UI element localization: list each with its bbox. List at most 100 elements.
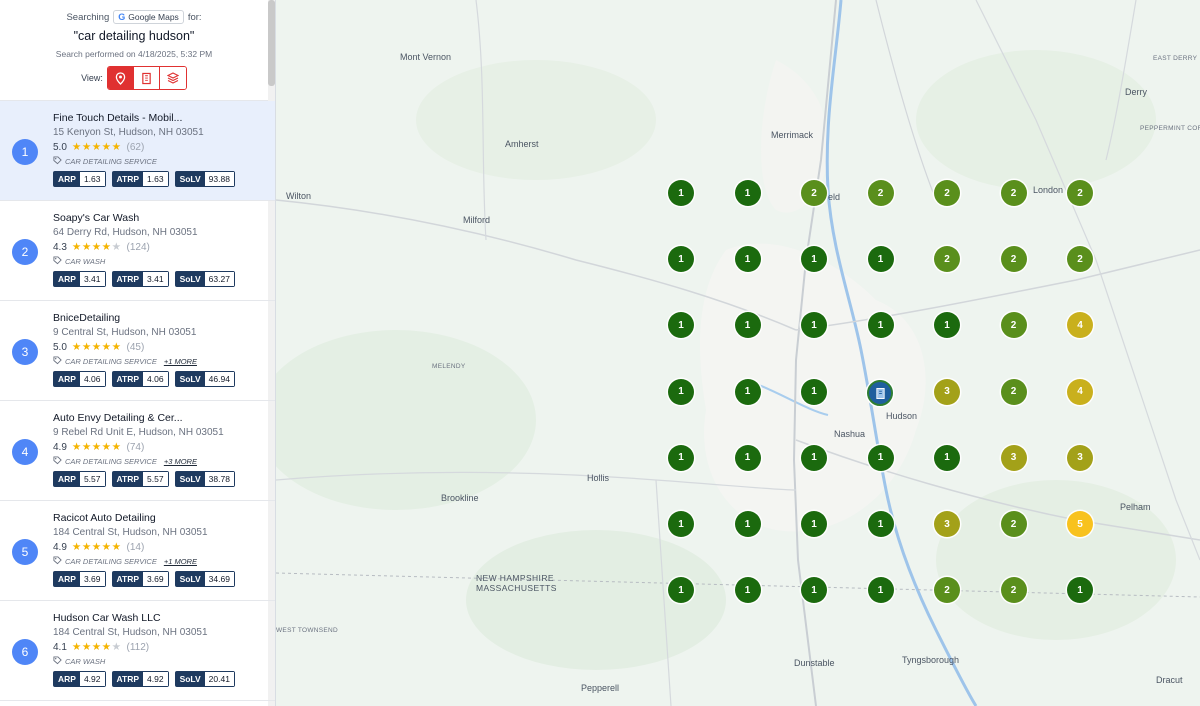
rank-marker[interactable]: 1 <box>734 577 761 604</box>
rank-marker[interactable]: 1 <box>668 577 694 604</box>
view-switcher: View: <box>0 66 268 90</box>
rank-marker[interactable]: 3 <box>934 378 960 405</box>
rank-marker[interactable]: 2 <box>1067 180 1093 206</box>
rank-marker[interactable]: 3 <box>1000 444 1027 471</box>
more-categories-link[interactable]: +1 MORE <box>164 557 197 566</box>
business-name[interactable]: BniceDetailing <box>53 312 265 324</box>
town-label: Hollis <box>587 473 610 483</box>
rank-marker[interactable]: 2 <box>1067 246 1093 273</box>
rank-marker[interactable]: 1 <box>668 378 694 405</box>
business-name[interactable]: Hudson Car Wash LLC <box>53 612 265 624</box>
business-pin-icon[interactable] <box>867 380 893 406</box>
rank-marker[interactable]: 1 <box>801 378 827 405</box>
rank-marker[interactable]: 1 <box>867 312 894 339</box>
rank-marker[interactable]: 1 <box>668 444 694 471</box>
town-label: London <box>1033 185 1064 195</box>
rank-marker[interactable]: 1 <box>734 444 761 471</box>
view-toggle-group <box>106 66 187 90</box>
town-label: Derry <box>1125 87 1147 97</box>
view-layers-button[interactable] <box>159 67 186 89</box>
rank-marker[interactable]: 1 <box>867 246 894 273</box>
rank-marker[interactable]: 1 <box>1067 577 1093 604</box>
rank-marker[interactable]: 1 <box>801 444 827 471</box>
metrics-row: ARP 1.63 ATRP 1.63 SoLV 93.88 <box>53 171 265 187</box>
rank-marker[interactable]: 3 <box>1067 444 1093 471</box>
arp-metric: ARP 3.41 <box>53 271 106 287</box>
rank-marker[interactable]: 5 <box>1067 511 1093 537</box>
atrp-label: ATRP <box>112 472 144 486</box>
rank-marker[interactable]: 2 <box>934 180 960 206</box>
atrp-label: ATRP <box>112 372 144 386</box>
business-name[interactable]: Racicot Auto Detailing <box>53 512 265 524</box>
result-item[interactable]: 2 Soapy's Car Wash 64 Derry Rd, Hudson, NH… <box>0 201 275 301</box>
view-map-button[interactable] <box>107 67 134 89</box>
star-icon: ★ <box>101 241 112 253</box>
rank-marker[interactable]: 1 <box>867 511 894 537</box>
star-rating-icon: ★★★★★ <box>72 441 122 453</box>
star-icon: ★ <box>81 541 92 553</box>
town-label: Amherst <box>505 139 539 149</box>
more-categories-link[interactable]: +1 MORE <box>164 357 197 366</box>
rank-marker[interactable]: 1 <box>801 246 827 273</box>
rank-marker[interactable]: 1 <box>801 577 827 604</box>
rank-badge: 1 <box>12 139 38 165</box>
rating-row: 4.9 ★★★★★ (14) <box>53 541 265 553</box>
rank-marker[interactable]: 2 <box>1000 378 1027 405</box>
rank-marker[interactable]: 2 <box>934 246 960 273</box>
arp-metric: ARP 1.63 <box>53 171 106 187</box>
rank-marker[interactable]: 1 <box>734 246 761 273</box>
rank-marker[interactable]: 2 <box>1000 312 1027 339</box>
business-name[interactable]: Fine Touch Details - Mobil... <box>53 112 265 124</box>
rating-row: 5.0 ★★★★★ (62) <box>53 141 265 153</box>
rank-marker[interactable]: 1 <box>668 511 694 537</box>
atrp-metric: ATRP 3.69 <box>111 571 169 587</box>
rank-grid-map[interactable]: Mont Vernon Amherst Merrimack Wilton Milford… <box>276 0 1200 706</box>
review-count: (74) <box>126 441 145 453</box>
rank-marker[interactable]: 2 <box>867 180 894 206</box>
rank-marker[interactable]: 2 <box>934 577 960 604</box>
star-icon: ★ <box>71 141 82 153</box>
business-name[interactable]: Soapy's Car Wash <box>53 212 265 224</box>
town-label: PEPPERMINT CORNER <box>1140 125 1200 132</box>
rank-marker[interactable]: 2 <box>1000 577 1027 604</box>
rank-marker[interactable]: 1 <box>668 180 694 206</box>
business-name[interactable]: Auto Envy Detailing & Cer... <box>53 412 265 424</box>
rank-marker[interactable]: 1 <box>734 378 761 405</box>
tag-icon <box>53 156 62 167</box>
scrollbar-thumb[interactable] <box>268 0 275 86</box>
rank-marker[interactable]: 1 <box>734 312 761 339</box>
category-label: CAR DETAILING SERVICE <box>65 357 157 366</box>
atrp-value: 5.57 <box>143 472 168 486</box>
more-categories-link[interactable]: +3 MORE <box>164 457 197 466</box>
view-business-button[interactable] <box>133 67 160 89</box>
rank-marker[interactable]: 1 <box>867 444 894 471</box>
rank-marker[interactable]: 2 <box>1000 511 1027 537</box>
rank-marker[interactable]: 4 <box>1067 378 1093 405</box>
rank-marker[interactable]: 2 <box>1000 180 1027 206</box>
rank-marker[interactable]: 2 <box>1000 246 1027 273</box>
arp-label: ARP <box>54 672 80 686</box>
rank-marker[interactable]: 1 <box>734 511 761 537</box>
metrics-row: ARP 3.41 ATRP 3.41 SoLV 63.27 <box>53 271 265 287</box>
atrp-value: 3.69 <box>143 572 168 586</box>
rank-marker[interactable]: 1 <box>801 511 827 537</box>
rank-marker[interactable]: 1 <box>668 246 694 273</box>
result-item[interactable]: 6 Hudson Car Wash LLC 184 Central St, Huds… <box>0 601 275 701</box>
atrp-metric: ATRP 4.06 <box>111 371 169 387</box>
result-item[interactable]: 3 BniceDetailing 9 Central St, Hudson, NH … <box>0 301 275 401</box>
solv-label: SoLV <box>175 172 205 186</box>
star-icon: ★ <box>91 341 102 353</box>
review-count: (45) <box>126 341 145 353</box>
review-count: (124) <box>126 241 150 253</box>
solv-value: 93.88 <box>204 172 234 186</box>
rank-marker[interactable]: 1 <box>734 180 761 206</box>
rank-marker[interactable]: 1 <box>934 444 960 471</box>
rank-marker[interactable]: 2 <box>801 180 827 206</box>
result-item[interactable]: 5 Racicot Auto Detailing 184 Central St, H… <box>0 501 275 601</box>
result-item[interactable]: 4 Auto Envy Detailing & Cer... 9 Rebel Rd … <box>0 401 275 501</box>
rank-marker[interactable]: 1 <box>867 577 894 604</box>
rating-value: 4.9 <box>53 441 67 453</box>
result-item[interactable]: 1 Fine Touch Details - Mobil... 15 Kenyon … <box>0 101 275 201</box>
business-address: 184 Central St, Hudson, NH 03051 <box>53 527 208 538</box>
rank-marker[interactable]: 3 <box>934 511 960 537</box>
